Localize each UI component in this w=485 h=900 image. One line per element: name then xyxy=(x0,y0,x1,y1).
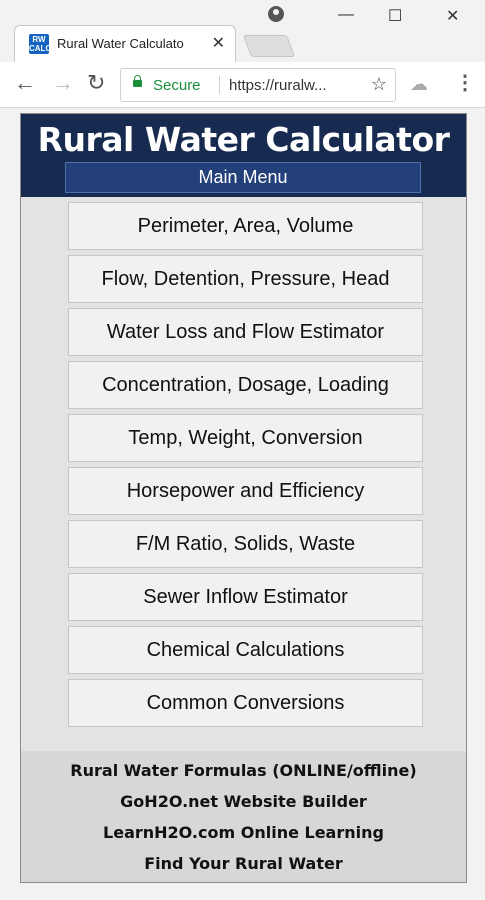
close-window-icon[interactable]: ✕ xyxy=(446,6,459,26)
extension-cloud-icon[interactable]: ☁ xyxy=(410,75,430,95)
menu-button-water-loss-flow-estimator[interactable]: Water Loss and Flow Estimator xyxy=(68,308,423,356)
browser-toolbar: ← → ↻ Secure https://ruralw... ☆ ☁ ⋮ xyxy=(0,62,485,108)
page-title: Rural Water Calculator xyxy=(37,120,450,159)
footer-link-learnh2o-online-learning[interactable]: LearnH2O.com Online Learning xyxy=(21,817,466,848)
footer-link-rural-water-formulas[interactable]: Rural Water Formulas (ONLINE/offline) xyxy=(21,755,466,786)
browser-tab[interactable]: RW CALC Rural Water Calculato ✕ xyxy=(14,25,236,62)
browser-titlebar: RW CALC Rural Water Calculato ✕ — ☐ ✕ xyxy=(0,0,485,62)
back-arrow-icon[interactable]: ← xyxy=(14,71,36,95)
tab-title: Rural Water Calculato xyxy=(57,36,184,51)
url-divider xyxy=(219,76,220,94)
main-menu-bar[interactable]: Main Menu xyxy=(65,162,421,193)
menu-button-horsepower-efficiency[interactable]: Horsepower and Efficiency xyxy=(68,467,423,515)
tab-close-icon[interactable]: ✕ xyxy=(212,33,225,53)
site-favicon-icon: RW CALC xyxy=(29,34,52,54)
maximize-icon[interactable]: ☐ xyxy=(388,6,402,26)
footer-link-goh2o-website-builder[interactable]: GoH2O.net Website Builder xyxy=(21,786,466,817)
menu-button-perimeter-area-volume[interactable]: Perimeter, Area, Volume xyxy=(68,202,423,250)
menu-button-chemical-calculations[interactable]: Chemical Calculations xyxy=(68,626,423,674)
lock-icon xyxy=(133,75,142,87)
url-text[interactable]: https://ruralw... xyxy=(229,77,354,94)
bookmark-star-icon[interactable]: ☆ xyxy=(371,74,387,95)
footer-link-find-your-rural-water[interactable]: Find Your Rural Water xyxy=(21,848,466,879)
menu-button-fm-ratio-solids-waste[interactable]: F/M Ratio, Solids, Waste xyxy=(68,520,423,568)
menu-button-sewer-inflow-estimator[interactable]: Sewer Inflow Estimator xyxy=(68,573,423,621)
menu-list: Perimeter, Area, Volume Flow, Detention,… xyxy=(68,202,423,732)
menu-button-temp-weight-conversion[interactable]: Temp, Weight, Conversion xyxy=(68,414,423,462)
menu-button-concentration-dosage-loading[interactable]: Concentration, Dosage, Loading xyxy=(68,361,423,409)
new-tab-button[interactable] xyxy=(242,35,296,57)
app-header: Rural Water Calculator Main Menu xyxy=(21,114,466,197)
secure-label: Secure xyxy=(153,77,201,94)
web-page: Rural Water Calculator Main Menu Perimet… xyxy=(20,113,467,883)
browser-menu-icon[interactable]: ⋮ xyxy=(455,72,475,94)
address-bar[interactable]: Secure https://ruralw... ☆ xyxy=(120,68,396,102)
profile-icon[interactable] xyxy=(268,6,284,22)
minimize-icon[interactable]: — xyxy=(338,6,354,24)
reload-icon[interactable]: ↻ xyxy=(87,71,105,95)
menu-button-common-conversions[interactable]: Common Conversions xyxy=(68,679,423,727)
menu-button-flow-detention-pressure-head[interactable]: Flow, Detention, Pressure, Head xyxy=(68,255,423,303)
forward-arrow-icon[interactable]: → xyxy=(52,71,74,95)
page-footer: Rural Water Formulas (ONLINE/offline) Go… xyxy=(21,751,466,882)
